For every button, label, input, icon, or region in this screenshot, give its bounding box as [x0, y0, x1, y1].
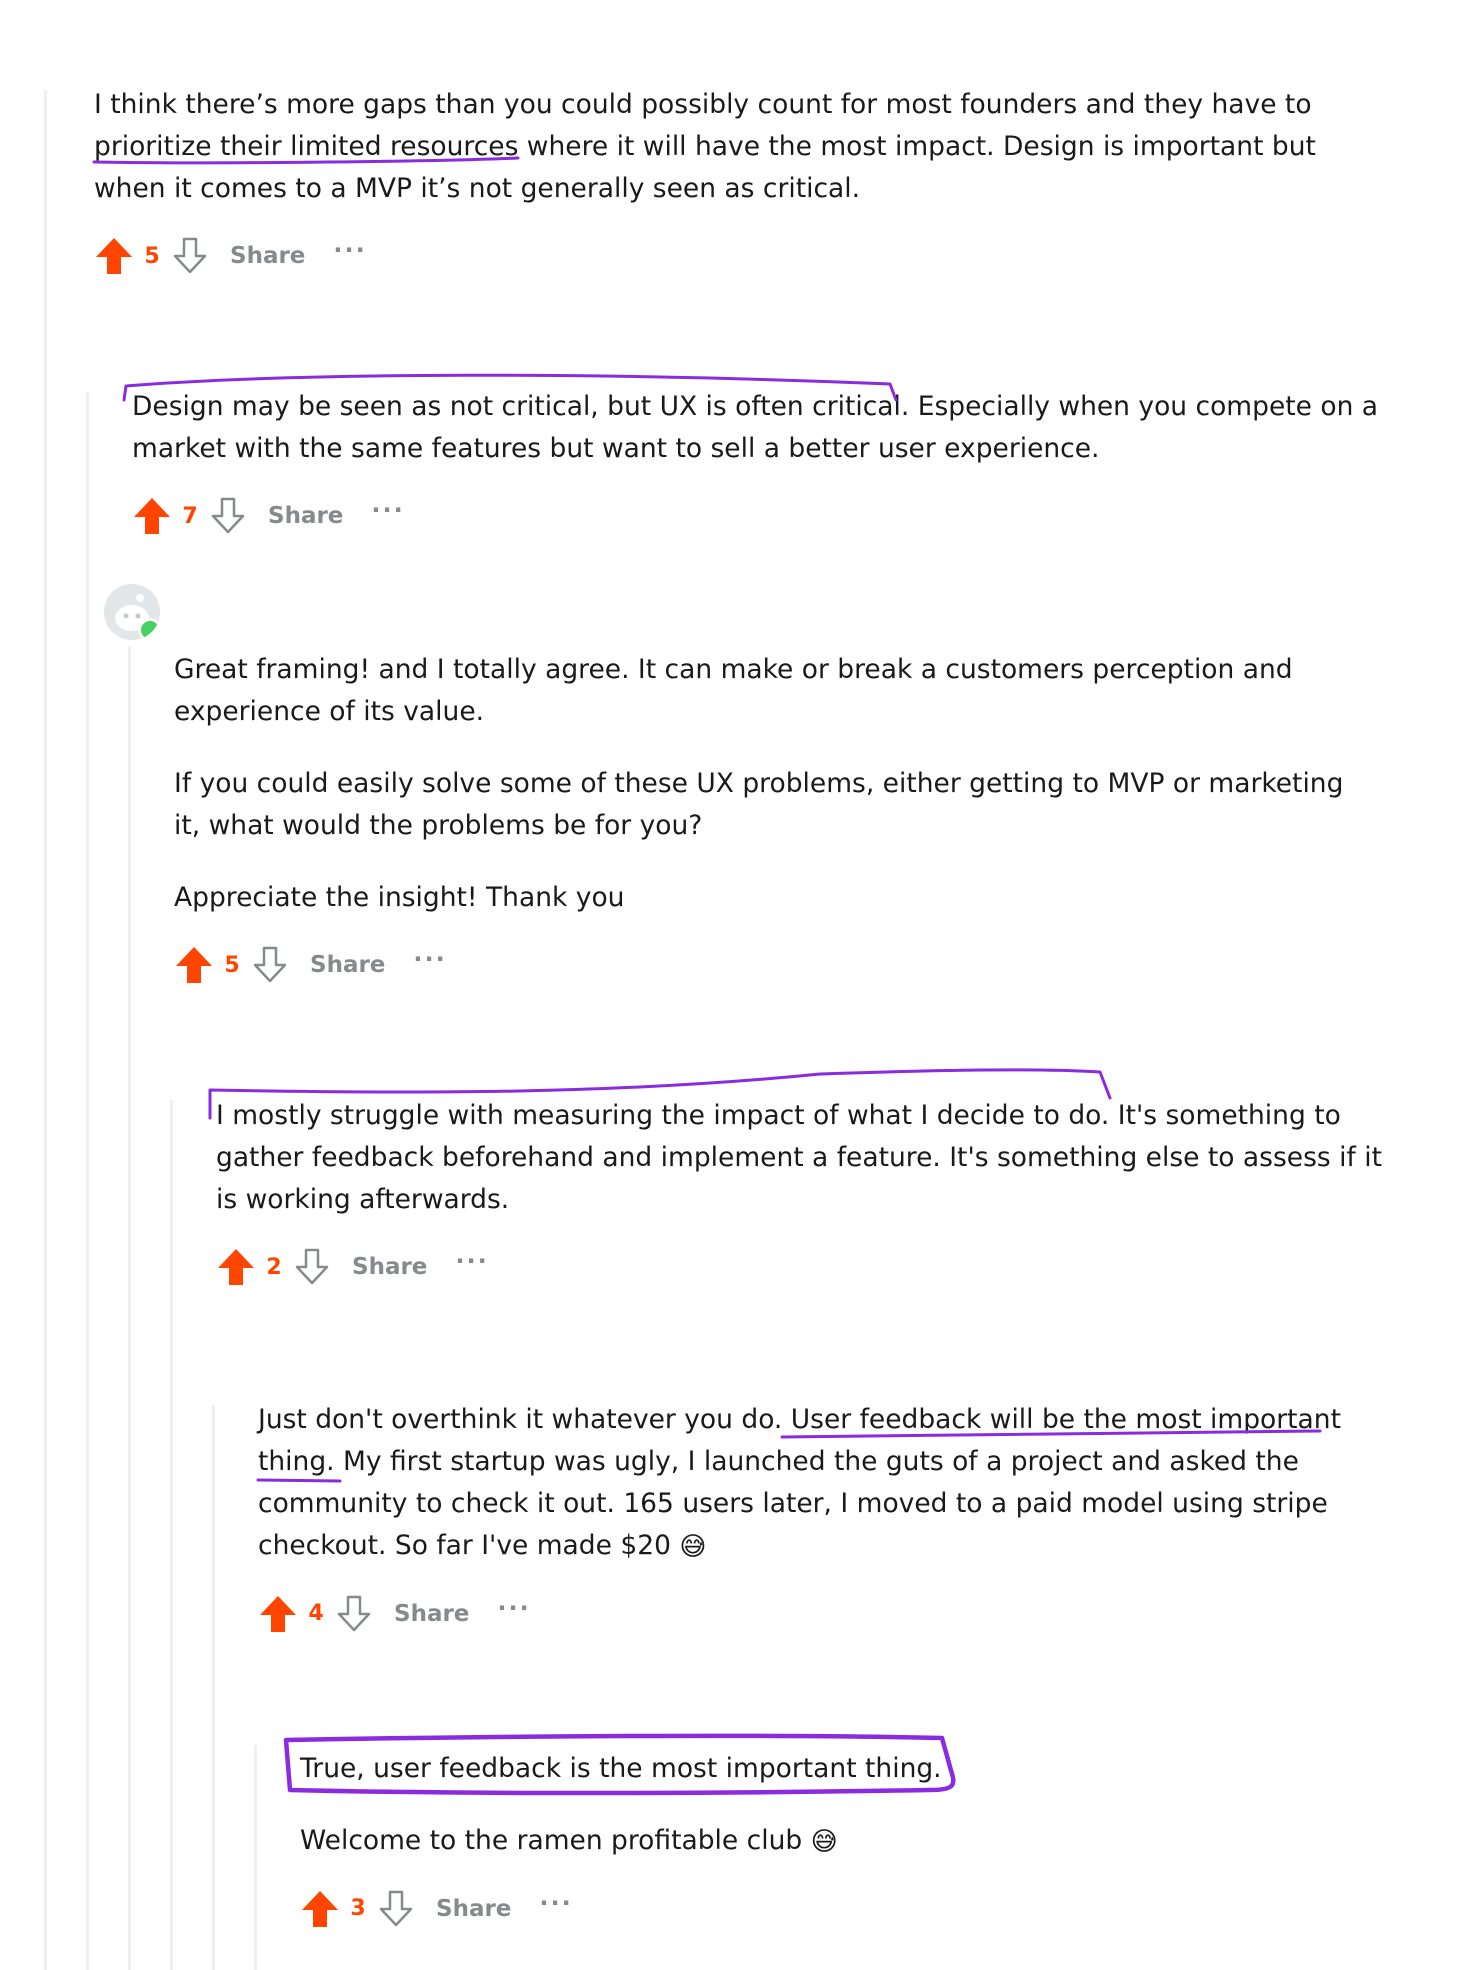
upvote-icon[interactable] — [300, 1889, 340, 1929]
comment-paragraph: Welcome to the ramen profitable club 😅 — [300, 1820, 1380, 1863]
comment: Design may be seen as not critical, but … — [132, 386, 1402, 538]
upvote-icon[interactable] — [94, 236, 134, 276]
upvote-icon[interactable] — [174, 945, 214, 985]
online-status-dot — [138, 618, 160, 640]
downvote-icon[interactable] — [208, 496, 248, 536]
comment-body: I mostly struggle with measuring the imp… — [216, 1100, 1382, 1215]
more-options-icon[interactable]: ··· — [539, 1889, 572, 1917]
downvote-icon[interactable] — [250, 945, 290, 985]
vote-group: 5 — [94, 236, 210, 276]
thread-line[interactable] — [128, 646, 131, 1970]
thread-line[interactable] — [86, 392, 89, 1970]
comment-actions: 4 Share ··· — [258, 1592, 1378, 1636]
vote-group: 3 — [300, 1889, 416, 1929]
vote-group: 4 — [258, 1594, 374, 1634]
comment-paragraph: True, user feedback is the most importan… — [300, 1753, 942, 1784]
comment-body: I think there’s more gaps than you could… — [94, 89, 1316, 204]
share-button[interactable]: Share — [310, 952, 385, 978]
more-options-icon[interactable]: ··· — [455, 1247, 488, 1275]
thread-line[interactable] — [212, 1405, 215, 1970]
vote-count: 3 — [350, 1896, 366, 1921]
vote-count: 5 — [144, 243, 160, 269]
more-options-icon[interactable]: ··· — [413, 945, 446, 973]
thread-line[interactable] — [44, 90, 47, 1970]
downvote-icon[interactable] — [170, 236, 210, 276]
comment-body: Just don't overthink it whatever you do.… — [258, 1399, 1378, 1568]
more-options-icon[interactable]: ··· — [497, 1594, 530, 1622]
downvote-icon[interactable] — [292, 1247, 332, 1287]
comment-actions: 5 Share ··· — [174, 943, 1374, 987]
comment-text: Welcome to the ramen profitable club — [300, 1825, 803, 1856]
vote-count: 2 — [266, 1254, 282, 1280]
more-options-icon[interactable]: ··· — [333, 236, 366, 264]
upvote-icon[interactable] — [216, 1247, 256, 1287]
comment-actions: 7 Share ··· — [132, 494, 1402, 538]
thread-line[interactable] — [254, 1745, 257, 1970]
comment-actions: 5 Share ··· — [94, 234, 1394, 278]
share-button[interactable]: Share — [268, 503, 343, 529]
sweat-smile-emoji: 😅 — [679, 1531, 707, 1562]
share-button[interactable]: Share — [394, 1601, 469, 1627]
comment: I think there’s more gaps than you could… — [94, 84, 1394, 278]
comment-body: Design may be seen as not critical, but … — [132, 391, 1379, 464]
downvote-icon[interactable] — [376, 1889, 416, 1929]
more-options-icon[interactable]: ··· — [371, 496, 404, 524]
avatar[interactable] — [104, 584, 160, 640]
upvote-icon[interactable] — [132, 496, 172, 536]
comment-paragraph: Great framing! and I totally agree. It c… — [174, 654, 1293, 727]
comment-text: Just don't overthink it whatever you do.… — [258, 1404, 1341, 1561]
sweat-smile-emoji: 😅 — [810, 1826, 838, 1857]
comment: True, user feedback is the most importan… — [300, 1748, 1380, 1931]
vote-count: 7 — [182, 503, 198, 529]
vote-group: 7 — [132, 496, 248, 536]
vote-group: 2 — [216, 1247, 332, 1287]
comment-paragraph: Appreciate the insight! Thank you — [174, 882, 625, 913]
comment-actions: 3 Share ··· — [300, 1887, 1380, 1931]
comment: Just don't overthink it whatever you do.… — [258, 1399, 1378, 1636]
comment-paragraph: If you could easily solve some of these … — [174, 768, 1344, 841]
downvote-icon[interactable] — [334, 1594, 374, 1634]
vote-count: 4 — [308, 1601, 324, 1626]
vote-group: 5 — [174, 945, 290, 985]
comment-actions: 2 Share ··· — [216, 1245, 1386, 1289]
share-button[interactable]: Share — [352, 1254, 427, 1280]
thread-line[interactable] — [170, 1100, 173, 1970]
share-button[interactable]: Share — [230, 243, 305, 269]
upvote-icon[interactable] — [258, 1594, 298, 1634]
comment: I mostly struggle with measuring the imp… — [216, 1095, 1386, 1289]
vote-count: 5 — [224, 952, 240, 978]
comment: Great framing! and I totally agree. It c… — [174, 649, 1374, 987]
share-button[interactable]: Share — [436, 1896, 511, 1922]
